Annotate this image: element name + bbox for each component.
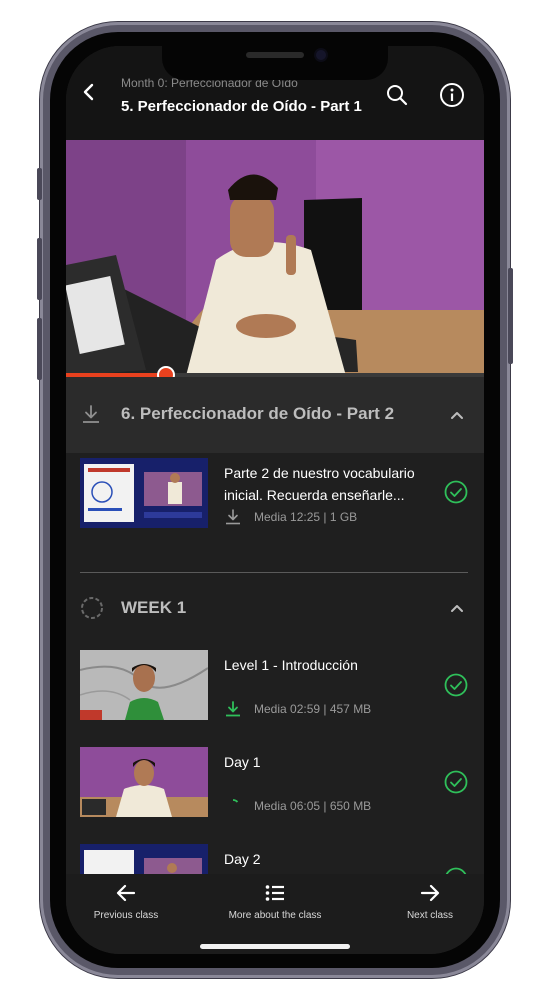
previous-class-button[interactable]: Previous class — [86, 882, 166, 921]
lesson-title: Parte 2 de nuestro vocabulario inicial. … — [224, 465, 415, 503]
collapse-button[interactable] — [448, 600, 466, 618]
more-about-class-button[interactable]: More about the class — [220, 882, 330, 921]
page-title: 5. Perfeccionador de Oído - Part 1 — [121, 98, 362, 115]
lesson-thumbnail — [80, 747, 208, 817]
bottom-nav: Previous class More about the class Next… — [66, 874, 484, 954]
power-button — [508, 268, 513, 364]
downloaded-icon[interactable] — [224, 700, 242, 718]
completed-check — [444, 480, 468, 504]
front-camera — [316, 50, 326, 60]
arrow-right-icon — [420, 884, 440, 902]
lesson-meta-text: Media 06:05 | 650 MB — [254, 799, 372, 813]
lesson-title: Day 1 — [224, 754, 261, 770]
volume-up-button — [37, 238, 42, 300]
completed-check — [444, 673, 468, 697]
lesson-item[interactable]: Level 1 - Introducción Media 02:59 | 457… — [66, 650, 484, 734]
previous-class-label: Previous class — [93, 910, 159, 921]
info-button[interactable] — [439, 82, 465, 108]
lesson-thumbnail — [80, 650, 208, 720]
search-icon — [387, 85, 408, 106]
section-title: 6. Perfeccionador de Oído - Part 2 — [121, 404, 395, 423]
progress-ring-icon — [81, 597, 103, 619]
download-icon[interactable] — [224, 508, 242, 526]
back-button[interactable] — [78, 81, 100, 103]
next-class-label: Next class — [406, 910, 454, 921]
section-header-week1[interactable]: WEEK 1 — [66, 586, 484, 630]
download-icon — [83, 405, 99, 423]
lesson-thumbnail — [80, 458, 208, 528]
lesson-meta-text: Media 02:59 | 457 MB — [254, 702, 372, 716]
section-title: WEEK 1 — [121, 598, 187, 617]
lesson-item[interactable]: Parte 2 de nuestro vocabulario inicial. … — [66, 458, 484, 542]
more-about-class-label: More about the class — [228, 910, 322, 921]
lesson-meta-text: Media 12:25 | 1 GB — [254, 510, 358, 524]
lesson-title: Level 1 - Introducción — [224, 657, 358, 673]
volume-down-button — [37, 318, 42, 380]
list-icon — [265, 885, 284, 901]
check-circle-icon — [444, 673, 468, 697]
chevron-up-icon — [451, 412, 463, 419]
lesson-title: Day 2 — [224, 851, 261, 867]
downloading-progress-icon[interactable] — [224, 797, 242, 815]
info-icon — [440, 83, 464, 107]
lesson-meta: Media 06:05 | 650 MB — [224, 797, 371, 815]
section-divider — [80, 572, 468, 573]
arrow-left-icon — [116, 884, 136, 902]
lesson-item[interactable]: Day 1 Media 06:05 | 650 MB — [66, 747, 484, 831]
section-download-button[interactable] — [80, 403, 102, 425]
video-frame-image — [66, 140, 484, 376]
lesson-meta: Media 12:25 | 1 GB — [224, 508, 357, 526]
collapse-button[interactable] — [448, 407, 466, 425]
next-class-button[interactable]: Next class — [390, 882, 470, 921]
progress-ring — [80, 596, 103, 619]
lesson-meta: Media 02:59 | 457 MB — [224, 700, 371, 718]
section-header-part2[interactable]: 6. Perfeccionador de Oído - Part 2 — [66, 377, 484, 453]
check-circle-icon — [444, 480, 468, 504]
speaker — [246, 52, 304, 58]
completed-check — [444, 770, 468, 794]
search-button[interactable] — [385, 83, 409, 107]
silent-switch — [37, 168, 42, 200]
notch — [162, 46, 388, 80]
app-screen: Month 0: Perfeccionador de Oído 5. Perfe… — [66, 46, 484, 954]
home-indicator[interactable] — [200, 944, 350, 949]
chevron-left-icon — [83, 83, 94, 101]
video-player[interactable] — [66, 140, 484, 376]
chevron-up-icon — [451, 605, 463, 612]
check-circle-icon — [444, 770, 468, 794]
